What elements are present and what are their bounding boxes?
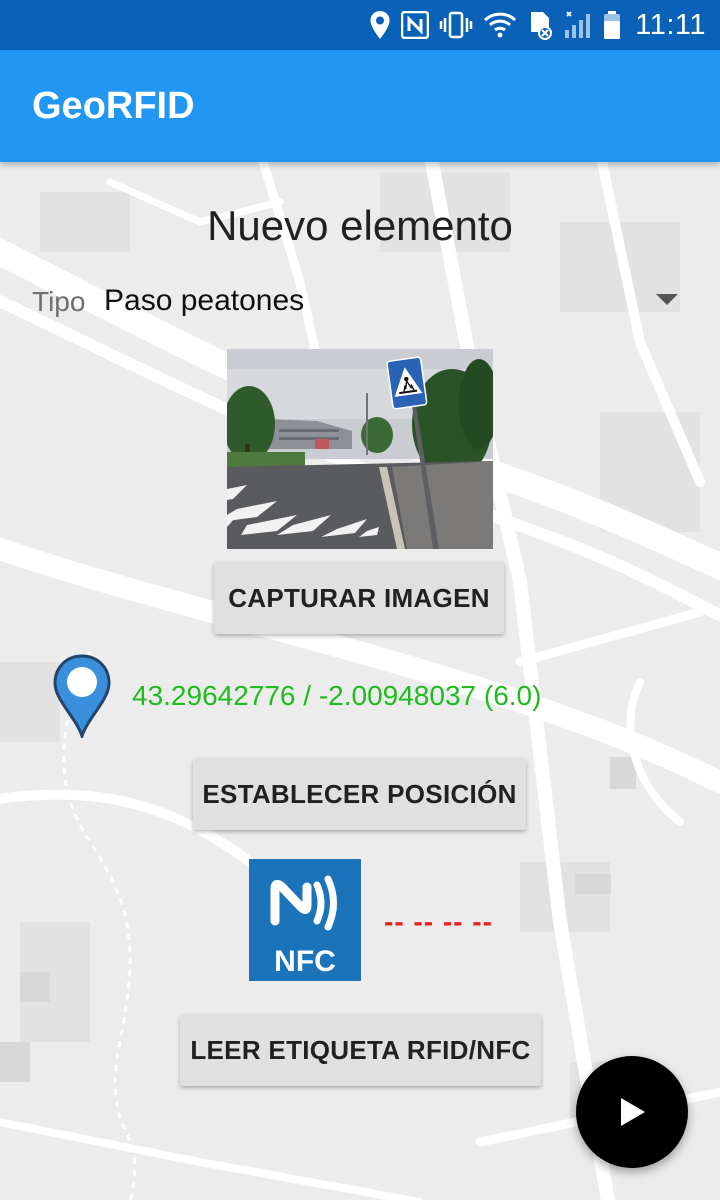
capture-image-button[interactable]: CAPTURAR IMAGEN: [214, 562, 504, 634]
dropdown-arrow-icon[interactable]: [656, 294, 678, 305]
nfc-logo-icon: NFC: [249, 859, 361, 981]
tag-id-value: -- -- -- --: [384, 906, 493, 937]
vibrate-icon: [439, 11, 473, 39]
play-icon: [621, 1098, 645, 1126]
sd-card-icon: [531, 12, 553, 40]
tipo-selected-value[interactable]: Paso peatones: [104, 284, 304, 318]
new-element-form: Nuevo elemento Tipo Paso peatones CAPTUR…: [0, 162, 720, 1200]
battery-icon: [604, 11, 621, 39]
tipo-spinner[interactable]: Tipo Paso peatones: [32, 280, 688, 328]
set-position-button[interactable]: ESTABLECER POSICIÓN: [193, 758, 526, 830]
signal-icon: [565, 11, 591, 38]
coordinates-text: 43.29642776 / -2.00948037 (6.0): [132, 680, 542, 711]
play-fab-button[interactable]: [576, 1056, 688, 1168]
location-icon: [370, 11, 390, 39]
location-pin-icon: [53, 654, 111, 738]
status-bar: 11:11: [0, 0, 720, 50]
wifi-icon: [484, 12, 517, 38]
captured-photo: [227, 349, 493, 549]
read-tag-button[interactable]: LEER ETIQUETA RFID/NFC: [180, 1014, 541, 1086]
status-time: 11:11: [635, 8, 706, 41]
nfc-logo-text: NFC: [274, 945, 336, 978]
form-heading: Nuevo elemento: [207, 202, 513, 249]
nfc-status-icon: [401, 11, 430, 39]
app-title: GeoRFID: [32, 84, 195, 127]
tipo-label: Tipo: [32, 286, 86, 317]
app-bar: GeoRFID: [0, 50, 720, 162]
